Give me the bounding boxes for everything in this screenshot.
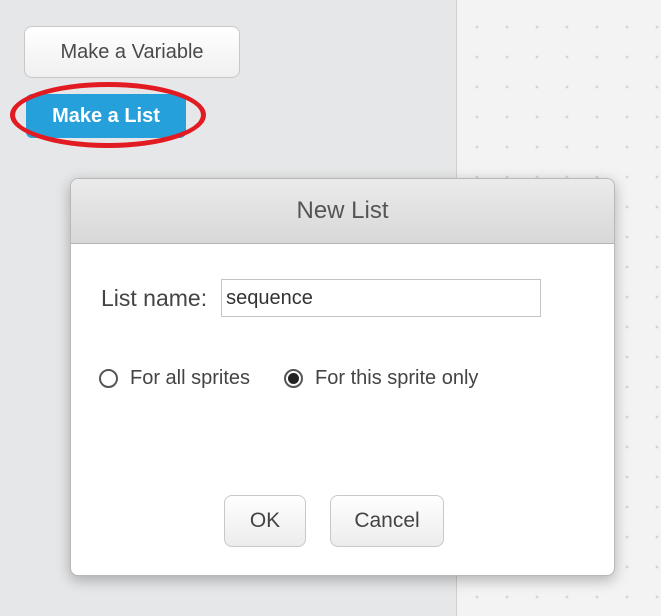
radio-label-this-sprite-only: For this sprite only <box>315 367 479 389</box>
cancel-button[interactable]: Cancel <box>330 495 444 547</box>
new-list-dialog: New List List name: For all sprites For … <box>70 178 615 576</box>
radio-for-all-sprites[interactable]: For all sprites <box>99 367 250 390</box>
radio-for-this-sprite-only[interactable]: For this sprite only <box>284 367 478 390</box>
make-list-button[interactable]: Make a List <box>26 94 186 138</box>
list-name-row: List name: <box>101 279 542 317</box>
radio-checked-icon[interactable] <box>284 369 304 388</box>
radio-unchecked-icon[interactable] <box>99 369 118 388</box>
radio-label-all-sprites: For all sprites <box>130 367 251 389</box>
ok-button[interactable]: OK <box>224 495 306 547</box>
make-variable-button[interactable]: Make a Variable <box>24 26 240 78</box>
dialog-button-row: OK Cancel <box>224 495 468 547</box>
list-name-label: List name: <box>101 284 208 311</box>
list-name-input[interactable] <box>221 279 542 317</box>
scope-radio-group: For all sprites For this sprite only <box>99 367 512 390</box>
dialog-title: New List <box>71 179 614 244</box>
